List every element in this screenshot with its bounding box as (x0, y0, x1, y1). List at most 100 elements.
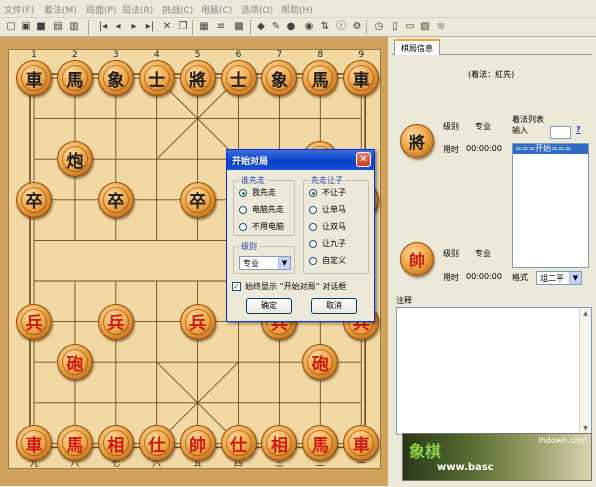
black-piece[interactable]: 卒 (16, 181, 52, 218)
handicap-option[interactable]: 不让子 (309, 187, 346, 198)
new-game-icon[interactable]: ▢ (4, 20, 18, 34)
red-piece[interactable]: 仕 (220, 425, 257, 462)
last-move-icon[interactable]: ▸| (143, 20, 157, 34)
ok-button[interactable]: 确定 (246, 298, 292, 314)
black-piece[interactable]: 卒 (97, 181, 134, 218)
scroll-up-icon[interactable]: ▲ (580, 308, 591, 319)
menu-item-6[interactable]: 选项(O) (241, 3, 273, 16)
menu-item-1[interactable]: 着法(M) (44, 3, 77, 16)
record-icon[interactable]: ● (284, 20, 298, 34)
piece-label: 馬 (66, 435, 84, 456)
clock-icon[interactable]: ◷ (372, 20, 386, 34)
piece-label: 象 (270, 70, 288, 91)
save-icon[interactable]: ■ (34, 20, 48, 34)
ad-logo: 象棋 (409, 442, 442, 461)
red-piece[interactable]: 兵 (179, 303, 216, 340)
menu-item-4[interactable]: 挑战(C) (162, 3, 193, 16)
menu-item-7[interactable]: 帮助(H) (281, 3, 313, 16)
copy-icon[interactable]: ❐ (176, 20, 190, 34)
black-time-value: 00:00:00 (466, 144, 502, 153)
black-piece[interactable]: 馬 (56, 60, 93, 96)
close-icon[interactable]: ⊗ (434, 20, 448, 34)
book-icon[interactable]: ▯ (388, 20, 402, 34)
color-icon[interactable]: ◉ (302, 20, 316, 34)
menu-item-0[interactable]: 文件(F) (4, 3, 34, 16)
cancel-button[interactable]: 取消 (311, 298, 357, 314)
toolbar-separator (366, 20, 367, 35)
menu-item-5[interactable]: 电脑(C) (201, 3, 232, 16)
handicap-option[interactable]: 让单马 (309, 204, 346, 215)
file-label-top: 3 (112, 50, 119, 60)
move-input[interactable] (550, 126, 571, 139)
piece-label: 卒 (107, 192, 125, 213)
notes-scrollbar[interactable]: ▲ ▼ (579, 308, 591, 434)
format-select[interactable]: 俎二平五 ▼ (536, 271, 582, 285)
black-piece[interactable]: 士 (138, 60, 175, 96)
notes-icon[interactable]: ▭ (403, 20, 417, 34)
first-move-icon[interactable]: |◂ (96, 20, 110, 34)
handicap-option[interactable]: 自定义 (309, 255, 346, 266)
move-list[interactable]: ===开始=== (512, 143, 589, 268)
black-level-value: 专业 (475, 122, 491, 131)
piece-label: 帥 (189, 435, 207, 456)
piece-label: 馬 (311, 435, 329, 456)
red-piece[interactable]: 相 (97, 425, 134, 462)
radio-label: 不用电脑 (252, 222, 284, 231)
file-label-top: 2 (72, 50, 78, 60)
handicap-option[interactable]: 让双马 (309, 221, 346, 232)
undo-icon[interactable]: ✕ (160, 20, 174, 34)
tab-game-info[interactable]: 棋局信息 (394, 39, 440, 55)
black-piece[interactable]: 卒 (179, 181, 216, 218)
red-piece[interactable]: 兵 (16, 303, 52, 340)
toolbar-separator (88, 20, 89, 35)
notes-textarea[interactable]: ▲ ▼ (396, 307, 592, 435)
flip-icon[interactable]: ⇅ (318, 20, 332, 34)
black-piece[interactable]: 車 (16, 60, 52, 96)
black-piece[interactable]: 車 (343, 60, 380, 96)
print-icon[interactable]: ▥ (67, 20, 81, 34)
handicap-option[interactable]: 让九子 (309, 238, 346, 249)
piece-label: 砲 (311, 354, 329, 375)
move-list-item[interactable]: ===开始=== (513, 144, 588, 154)
black-piece[interactable]: 炮 (56, 141, 93, 178)
first-move-option[interactable]: 我先走 (239, 187, 276, 198)
piece-label: 車 (25, 70, 43, 91)
first-move-option[interactable]: 电脑先走 (239, 204, 284, 215)
black-piece[interactable]: 象 (97, 60, 134, 96)
dialog-title-bar: 开始对局 ✕ (227, 150, 374, 170)
radio-label: 让九子 (322, 239, 346, 248)
radio-button (309, 205, 317, 214)
prev-move-icon[interactable]: ◂ (111, 20, 125, 34)
radio-button (239, 222, 247, 231)
save-as-icon[interactable]: ▤ (51, 20, 65, 34)
radio-button (309, 222, 317, 231)
black-piece[interactable]: 士 (220, 60, 257, 96)
handicap-group-label: 先走让子 (309, 175, 345, 186)
edit-icon[interactable]: ✎ (269, 20, 283, 34)
image-icon[interactable]: ▨ (418, 20, 432, 34)
menu-item-3[interactable]: 局法(R) (122, 3, 153, 16)
moves-icon[interactable]: ≡ (214, 20, 228, 34)
red-piece[interactable]: 兵 (97, 303, 134, 340)
board-icon[interactable]: ▦ (197, 20, 211, 34)
info-icon[interactable]: ⓘ (334, 20, 348, 34)
ad-banner[interactable]: 象棋 www.basc ihdown.com (402, 433, 592, 481)
red-piece[interactable]: 帥 (179, 425, 216, 462)
grid-icon[interactable]: ▩ (232, 20, 246, 34)
dialog-close-button[interactable]: ✕ (356, 152, 371, 167)
black-piece[interactable]: 將 (179, 60, 216, 96)
open-icon[interactable]: ▣ (19, 20, 33, 34)
red-piece[interactable]: 砲 (56, 344, 93, 381)
toolbar-separator (250, 20, 251, 35)
next-move-icon[interactable]: ▸ (127, 20, 141, 34)
always-show-checkbox[interactable]: ✓ 始终显示 “开始对局” 对话框 (232, 281, 346, 292)
menu-item-2[interactable]: 局面(P) (86, 3, 116, 16)
level-select[interactable]: 专业 ▼ (239, 256, 291, 270)
piece-label: 士 (230, 70, 247, 91)
piece-label: 相 (107, 435, 125, 456)
palette-icon[interactable]: ◆ (254, 20, 268, 34)
red-piece[interactable]: 仕 (138, 425, 175, 462)
settings-icon[interactable]: ⚙ (350, 20, 364, 34)
help-link[interactable]: ? (576, 125, 581, 134)
first-move-option[interactable]: 不用电脑 (239, 221, 284, 232)
